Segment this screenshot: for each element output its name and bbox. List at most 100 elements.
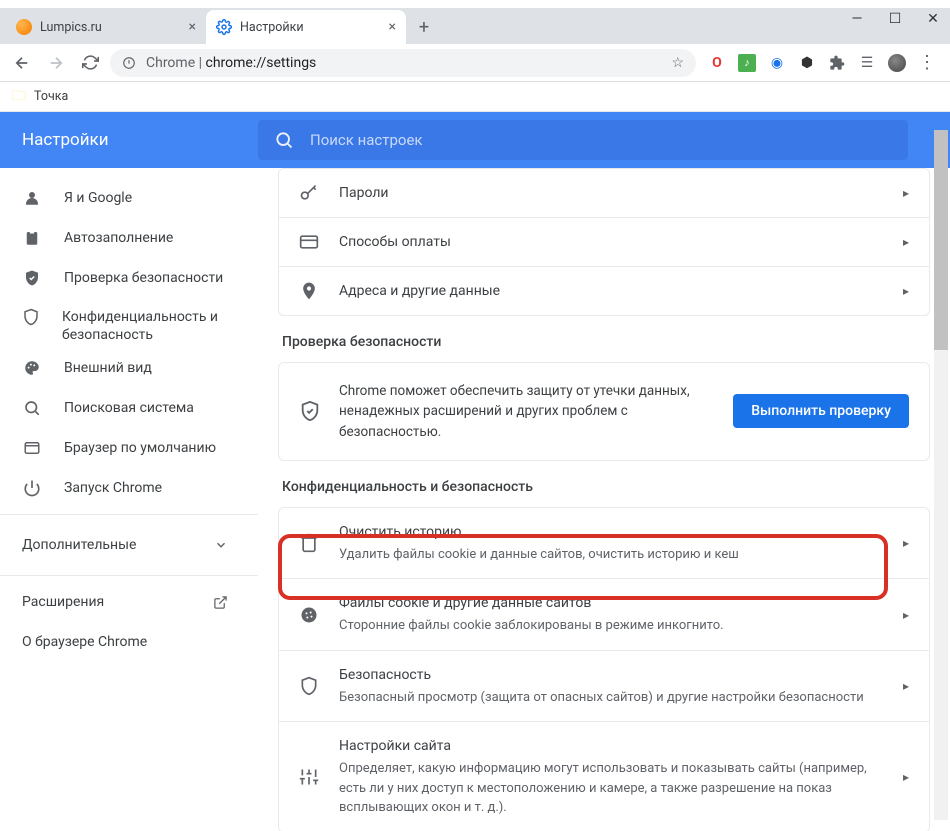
- sidebar-item-label: Дополнительные: [22, 537, 136, 553]
- row-clear-data[interactable]: Очистить историюУдалить файлы cookie и д…: [279, 508, 929, 580]
- autofill-card: Пароли ▸ Способы оплаты ▸ Адреса и други…: [278, 168, 930, 316]
- person-icon: [22, 189, 42, 207]
- row-site-settings[interactable]: Настройки сайтаОпределяет, какую информа…: [279, 722, 929, 831]
- row-cookies[interactable]: Файлы cookie и другие данные сайтовСторо…: [279, 579, 929, 651]
- palette-icon: [22, 359, 42, 377]
- ext-music-icon[interactable]: ♪: [738, 54, 756, 72]
- sidebar-item-appearance[interactable]: Внешний вид: [0, 348, 258, 388]
- row-payment[interactable]: Способы оплаты ▸: [279, 218, 929, 267]
- sidebar-about[interactable]: О браузере Chrome: [0, 622, 258, 662]
- site-info-icon[interactable]: [122, 56, 136, 70]
- page-title: Настройки: [0, 130, 258, 150]
- reading-list-icon[interactable]: ☰: [858, 54, 876, 72]
- menu-button[interactable]: ⋮: [918, 54, 936, 72]
- sidebar-item-label: О браузере Chrome: [22, 634, 147, 650]
- reload-button[interactable]: [76, 49, 104, 77]
- tab-close-icon[interactable]: ×: [389, 19, 396, 35]
- sidebar-item-default-browser[interactable]: Браузер по умолчанию: [0, 428, 258, 468]
- sidebar-item-label: Внешний вид: [64, 360, 152, 376]
- extensions-button[interactable]: [828, 54, 846, 72]
- row-label: Способы оплаты: [339, 234, 883, 250]
- sliders-icon: [299, 767, 319, 787]
- row-label: Пароли: [339, 185, 883, 201]
- power-icon: [22, 479, 42, 497]
- close-button[interactable]: ✕: [926, 12, 940, 26]
- sidebar-item-label: Конфиденциальность и безопасность: [62, 308, 258, 344]
- key-icon: [299, 183, 319, 203]
- row-passwords[interactable]: Пароли ▸: [279, 169, 929, 218]
- profile-avatar[interactable]: [888, 54, 906, 72]
- chevron-down-icon: [214, 538, 228, 552]
- sidebar-extensions[interactable]: Расширения: [0, 582, 258, 622]
- sidebar-item-startup[interactable]: Запуск Chrome: [0, 468, 258, 508]
- new-tab-button[interactable]: +: [410, 13, 438, 41]
- sidebar-item-label: Я и Google: [64, 190, 132, 206]
- url-text: Chrome | chrome://settings: [146, 55, 316, 71]
- chevron-right-icon: ▸: [903, 536, 909, 550]
- window-icon: [22, 439, 42, 457]
- back-button[interactable]: [8, 49, 36, 77]
- favicon-icon: [16, 19, 32, 35]
- extensions-area: O ♪ ◉ ⬢ ☰ ⋮: [702, 54, 942, 72]
- sidebar-advanced[interactable]: Дополнительные: [0, 521, 258, 569]
- bookmark-item[interactable]: Точка: [34, 89, 68, 104]
- run-check-button[interactable]: Выполнить проверку: [733, 394, 909, 428]
- shield-check-icon: [299, 400, 321, 422]
- shield-icon: [22, 308, 40, 326]
- row-label: Адреса и другие данные: [339, 283, 883, 299]
- shield-check-icon: [22, 269, 42, 287]
- ext-globe-icon[interactable]: ◉: [768, 54, 786, 72]
- row-addresses[interactable]: Адреса и другие данные ▸: [279, 267, 929, 315]
- sidebar-item-label: Запуск Chrome: [64, 480, 162, 496]
- sidebar-item-autofill[interactable]: Автозаполнение: [0, 218, 258, 258]
- card-icon: [299, 232, 319, 252]
- tab-close-icon[interactable]: ×: [189, 19, 196, 35]
- search-input[interactable]: [310, 131, 892, 149]
- chevron-right-icon: ▸: [903, 770, 909, 784]
- divider: [0, 514, 258, 515]
- bookmarks-bar: 🗀 Точка: [0, 82, 950, 112]
- sidebar-item-search[interactable]: Поисковая система: [0, 388, 258, 428]
- tab-strip: Lumpics.ru × Настройки × +: [0, 8, 950, 44]
- chevron-right-icon: ▸: [903, 235, 909, 249]
- ext-opera-icon[interactable]: O: [708, 54, 726, 72]
- sidebar-item-safety-check[interactable]: Проверка безопасности: [0, 258, 258, 298]
- sidebar-item-label: Автозаполнение: [64, 230, 173, 246]
- sidebar-item-label: Поисковая система: [64, 400, 194, 416]
- sidebar-item-privacy[interactable]: Конфиденциальность и безопасность: [0, 298, 258, 348]
- safety-text: Chrome поможет обеспечить защиту от утеч…: [339, 381, 715, 442]
- tab-title: Lumpics.ru: [40, 20, 102, 35]
- external-link-icon: [213, 595, 228, 610]
- tab-lumpics[interactable]: Lumpics.ru ×: [6, 10, 206, 44]
- folder-icon: 🗀: [12, 85, 26, 109]
- section-title-safety: Проверка безопасности: [282, 334, 930, 350]
- chevron-right-icon: ▸: [903, 679, 909, 693]
- ext-cube-icon[interactable]: ⬢: [798, 54, 816, 72]
- trash-icon: [299, 533, 319, 553]
- section-title-privacy: Конфиденциальность и безопасность: [282, 479, 930, 495]
- titlebar: [0, 0, 950, 8]
- shield-icon: [299, 676, 319, 696]
- minimize-button[interactable]: —: [850, 12, 864, 26]
- forward-button[interactable]: [42, 49, 70, 77]
- bookmark-star-icon[interactable]: ☆: [671, 55, 684, 71]
- omnibox[interactable]: Chrome | chrome://settings ☆: [110, 49, 696, 77]
- search-icon: [274, 130, 294, 150]
- search-icon: [22, 399, 42, 417]
- settings-search[interactable]: [258, 120, 908, 160]
- divider: [0, 575, 258, 576]
- sidebar-item-label: Проверка безопасности: [64, 270, 223, 286]
- privacy-card: Очистить историюУдалить файлы cookie и д…: [278, 507, 930, 831]
- row-label: Файлы cookie и другие данные сайтовСторо…: [339, 593, 883, 636]
- row-security[interactable]: БезопасностьБезопасный просмотр (защита …: [279, 651, 929, 723]
- sidebar-item-label: Браузер по умолчанию: [64, 440, 216, 456]
- cookie-icon: [299, 605, 319, 625]
- clipboard-icon: [22, 229, 42, 247]
- safety-card: Chrome поможет обеспечить защиту от утеч…: [278, 362, 930, 461]
- maximize-button[interactable]: ☐: [888, 12, 902, 26]
- toolbar: Chrome | chrome://settings ☆ O ♪ ◉ ⬢ ☰ ⋮: [0, 44, 950, 82]
- row-label: БезопасностьБезопасный просмотр (защита …: [339, 665, 883, 708]
- tab-settings[interactable]: Настройки ×: [206, 10, 406, 44]
- scrollbar-thumb[interactable]: [934, 130, 948, 350]
- sidebar-item-you-and-google[interactable]: Я и Google: [0, 178, 258, 218]
